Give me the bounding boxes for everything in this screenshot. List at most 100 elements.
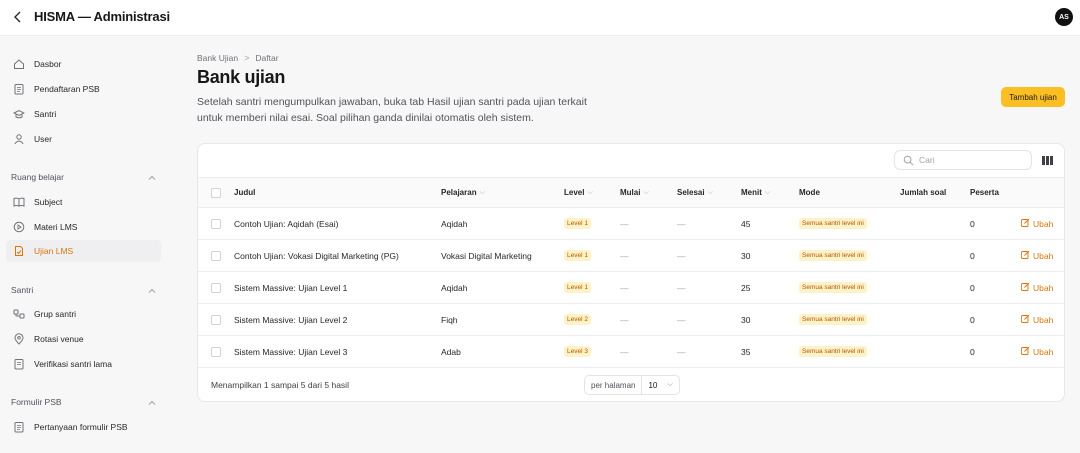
sidebar-group-ruang-belajar[interactable]: Ruang belajar: [11, 170, 156, 184]
cell-judul: Contoh Ujian: Aqidah (Esai): [234, 219, 339, 229]
sidebar-item-label: Verifikasi santri lama: [34, 359, 112, 369]
select-all-checkbox[interactable]: [211, 188, 221, 198]
sidebar-item-pendaftaran-psb[interactable]: Pendaftaran PSB: [6, 78, 161, 100]
edit-label: Ubah: [1033, 282, 1054, 293]
page-title: Bank ujian: [197, 67, 286, 87]
column-label: Selesai: [677, 188, 705, 197]
search-box[interactable]: [894, 150, 1032, 170]
column-label: Mulai: [620, 188, 641, 197]
per-page-label: per halaman: [585, 376, 643, 394]
chevron-up-icon: [148, 393, 156, 411]
cell-selesai: —: [677, 219, 686, 229]
cell-pelajaran: Vokasi Digital Marketing: [441, 251, 532, 261]
edit-button[interactable]: Ubah: [1021, 218, 1053, 229]
sidebar-item-santri[interactable]: Santri: [6, 103, 161, 125]
cell-pelajaran: Aqidah: [441, 219, 468, 229]
sidebar-group-label: Santri: [11, 285, 34, 295]
column-header-jumlah-soal[interactable]: Jumlah soal: [900, 188, 946, 197]
sidebar-item-user[interactable]: User: [6, 128, 161, 150]
sidebar-item-dasbor[interactable]: Dasbor: [6, 53, 161, 75]
level-badge: Level 1: [564, 218, 591, 229]
page-description: Setelah santri mengumpulkan jawaban, buk…: [197, 96, 587, 124]
chevron-down-icon: ⌵: [764, 188, 771, 196]
column-header-selesai[interactable]: Selesai ⌵: [677, 188, 713, 197]
edit-button[interactable]: Ubah: [1021, 314, 1053, 325]
column-header-mode[interactable]: Mode: [799, 188, 820, 197]
column-header-peserta[interactable]: Peserta: [970, 188, 999, 197]
back-arrow-icon[interactable]: [11, 9, 25, 25]
user-icon: [12, 132, 26, 146]
sidebar-item-pertanyaan-formulir-psb[interactable]: Pertanyaan formulir PSB: [6, 416, 161, 438]
table-row[interactable]: Contoh Ujian: Vokasi Digital Marketing (…: [198, 240, 1064, 272]
sidebar-group-formulir-psb[interactable]: Formulir PSB: [11, 395, 156, 409]
sidebar-item-ujian-lms[interactable]: Ujian LMS: [6, 240, 161, 262]
row-checkbox[interactable]: [211, 347, 221, 357]
chevron-down-icon: ⌵: [643, 188, 649, 196]
per-page-select[interactable]: per halaman 10 ⌵: [584, 375, 680, 395]
cell-mulai: —: [620, 315, 629, 325]
column-header-pelajaran[interactable]: Pelajaran ⌵: [441, 188, 485, 197]
cell-mulai: —: [620, 347, 629, 357]
edit-icon: [1021, 250, 1030, 261]
edit-button[interactable]: Ubah: [1021, 346, 1053, 357]
breadcrumb: Bank Ujian > Daftar: [197, 53, 279, 63]
cell-menit: 25: [741, 283, 751, 293]
graduation-cap-icon: [12, 107, 26, 121]
edit-icon: [1021, 282, 1030, 293]
breadcrumb-parent[interactable]: Bank Ujian: [197, 53, 238, 63]
columns-toggle-icon[interactable]: [1040, 153, 1054, 167]
row-checkbox[interactable]: [211, 283, 221, 293]
edit-label: Ubah: [1033, 314, 1054, 325]
table-row[interactable]: Sistem Massive: Ujian Level 2 Fiqh Level…: [198, 304, 1064, 336]
table-row[interactable]: Sistem Massive: Ujian Level 1 Aqidah Lev…: [198, 272, 1064, 304]
app-title: HISMA — Administrasi: [34, 9, 170, 24]
table-row[interactable]: Sistem Massive: Ujian Level 3 Adab Level…: [198, 336, 1064, 368]
chevron-up-icon: [148, 281, 156, 299]
sidebar-item-label: Pendaftaran PSB: [34, 84, 100, 94]
edit-button[interactable]: Ubah: [1021, 250, 1053, 261]
level-badge: Level 1: [564, 250, 591, 261]
sidebar-group-santri[interactable]: Santri: [11, 283, 156, 297]
sidebar-item-verifikasi-santri-lama[interactable]: Verifikasi santri lama: [6, 353, 161, 375]
column-label: Mode: [799, 188, 820, 197]
edit-label: Ubah: [1033, 218, 1054, 229]
mode-badge: Semua santri level ini: [799, 282, 867, 293]
table-row[interactable]: Contoh Ujian: Aqidah (Esai) Aqidah Level…: [198, 208, 1064, 240]
level-badge: Level 2: [564, 314, 591, 325]
add-exam-button[interactable]: Tambah ujian: [1001, 87, 1065, 107]
cell-judul: Sistem Massive: Ujian Level 3: [234, 347, 348, 357]
cell-peserta: 0: [970, 251, 975, 261]
sidebar-item-rotasi-venue[interactable]: Rotasi venue: [6, 328, 161, 350]
avatar[interactable]: AS: [1055, 8, 1073, 26]
mode-badge: Semua santri level ini: [799, 218, 867, 229]
book-icon: [12, 195, 26, 209]
column-header-level[interactable]: Level ⌵: [564, 188, 593, 197]
cell-mulai: —: [620, 283, 629, 293]
row-checkbox[interactable]: [211, 219, 221, 229]
search-input[interactable]: [919, 155, 1029, 165]
column-header-judul[interactable]: Judul: [234, 188, 255, 197]
row-checkbox[interactable]: [211, 315, 221, 325]
play-icon: [12, 220, 26, 234]
column-header-mulai[interactable]: Mulai ⌵: [620, 188, 649, 197]
edit-button[interactable]: Ubah: [1021, 282, 1053, 293]
sidebar-group-label: Formulir PSB: [11, 397, 62, 407]
sidebar-item-subject[interactable]: Subject: [6, 191, 161, 213]
edit-label: Ubah: [1033, 346, 1054, 357]
cell-peserta: 0: [970, 219, 975, 229]
sidebar-item-grup-santri[interactable]: Grup santri: [6, 303, 161, 325]
column-header-menit[interactable]: Menit ⌵: [741, 188, 770, 197]
exam-table-card: Judul Pelajaran⌵ Level⌵ Mulai⌵ Selesai⌵ …: [197, 143, 1065, 402]
sidebar-item-label: Pertanyaan formulir PSB: [34, 422, 128, 432]
column-label: Judul: [234, 188, 256, 197]
cell-selesai: —: [677, 347, 686, 357]
edit-icon: [1021, 314, 1030, 325]
column-label: Level: [564, 188, 585, 197]
chevron-up-icon: [148, 168, 156, 186]
chevron-down-icon: ⌵: [587, 188, 593, 196]
sidebar-item-label: Materi LMS: [34, 222, 78, 232]
breadcrumb-separator: >: [244, 53, 250, 63]
row-checkbox[interactable]: [211, 251, 221, 261]
sidebar-item-materi-lms[interactable]: Materi LMS: [6, 216, 161, 238]
chevron-down-icon: ⌵: [667, 381, 673, 388]
